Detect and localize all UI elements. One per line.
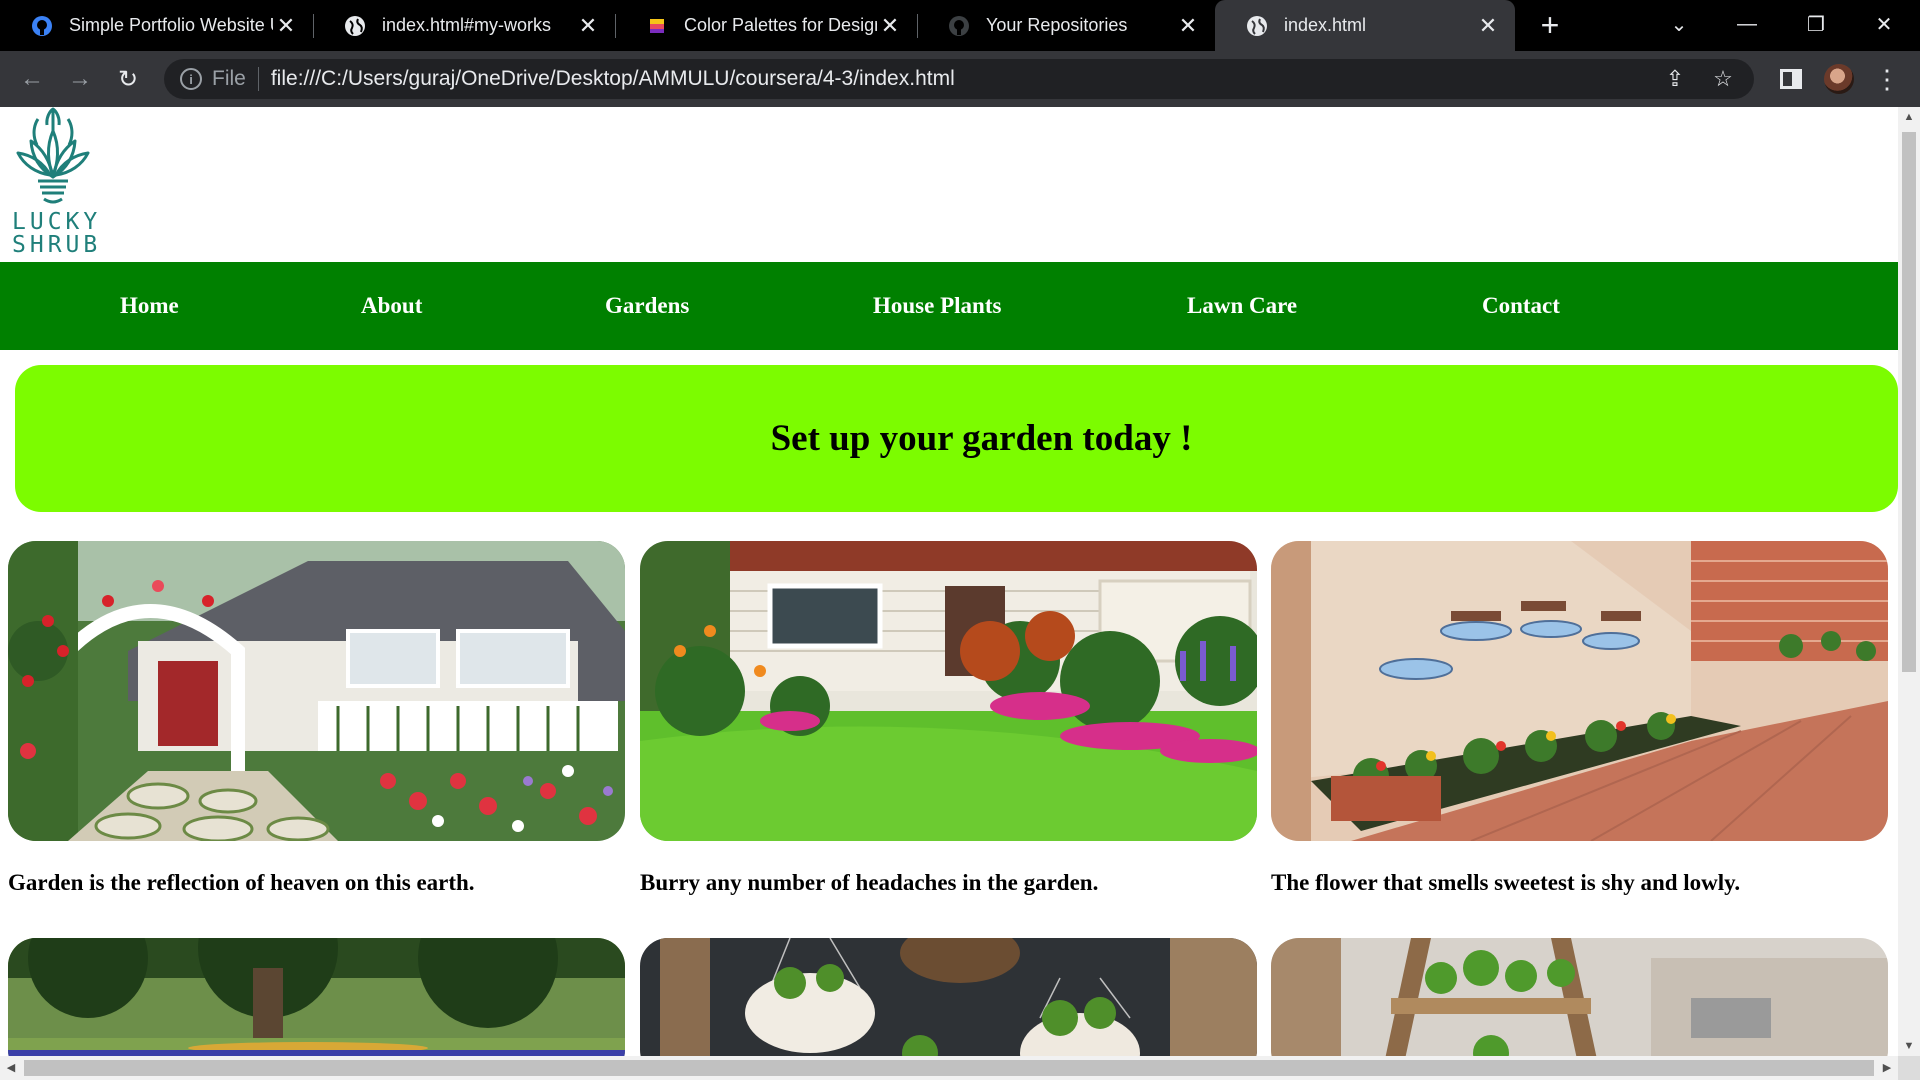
globe-icon [344, 15, 366, 37]
tab-simple-portfolio[interactable]: Simple Portfolio Website U ✕ [0, 0, 313, 51]
tab-title: index.html#my-works [382, 15, 552, 35]
close-icon[interactable]: ✕ [273, 13, 299, 39]
tab-title: Color Palettes for Designers [684, 15, 877, 35]
tab-title: Simple Portfolio Website U [69, 15, 273, 35]
card-caption: The flower that smells sweetest is shy a… [1271, 870, 1741, 895]
forward-icon[interactable]: → [62, 61, 98, 97]
back-icon[interactable]: ← [14, 61, 50, 97]
profile-avatar[interactable] [1824, 64, 1854, 94]
tab-my-works[interactable]: index.html#my-works ✕ [313, 0, 615, 51]
side-panel-icon[interactable] [1776, 64, 1806, 94]
reload-icon[interactable]: ↻ [110, 61, 146, 97]
card-caption: Garden is the reflection of heaven on th… [8, 870, 475, 895]
share-icon[interactable]: ⇪ [1662, 66, 1688, 92]
scroll-right-icon[interactable]: ▶ [1876, 1056, 1898, 1080]
scrollbar-corner [1898, 1056, 1920, 1080]
minimize-icon[interactable]: — [1727, 4, 1767, 44]
vertical-scrollbar[interactable]: ▲ ▼ [1898, 107, 1920, 1056]
nav-about[interactable]: About [361, 262, 422, 350]
garden-image-park [8, 938, 625, 1056]
nav-contact[interactable]: Contact [1482, 262, 1560, 350]
banner-title: Set up your garden today ! [770, 418, 1193, 459]
horizontal-scroll-thumb[interactable] [24, 1060, 1874, 1076]
window-close-icon[interactable]: ✕ [1864, 4, 1904, 44]
tab-title: Your Repositories [986, 15, 1128, 35]
main-navigation: Home About Gardens House Plants Lawn Car… [0, 262, 1898, 350]
garden-image-ladder-stand [1271, 938, 1888, 1056]
card-caption: Burry any number of headaches in the gar… [640, 870, 1099, 895]
address-bar[interactable]: i File file:///C:/Users/guraj/OneDrive/D… [164, 59, 1754, 99]
tab-your-repositories[interactable]: Your Repositories ✕ [917, 0, 1215, 51]
close-icon[interactable]: ✕ [1175, 13, 1201, 39]
scroll-up-icon[interactable]: ▲ [1898, 107, 1920, 127]
tab-search-icon[interactable]: ⌄ [1659, 4, 1699, 44]
hero-banner: Set up your garden today ! [15, 365, 1898, 512]
menu-icon[interactable]: ⋮ [1872, 64, 1902, 94]
close-icon[interactable]: ✕ [1475, 13, 1501, 39]
github-icon [31, 15, 53, 37]
palette-icon [646, 15, 668, 37]
logo-wordmark: LUCKY SHRUB [12, 209, 102, 258]
scroll-left-icon[interactable]: ◀ [0, 1056, 22, 1080]
tab-color-palettes[interactable]: Color Palettes for Designers ✕ [615, 0, 917, 51]
browser-toolbar: ← → ↻ i File file:///C:/Users/guraj/OneD… [0, 51, 1920, 107]
bookmark-star-icon[interactable]: ☆ [1710, 66, 1736, 92]
plant-logo-icon [16, 107, 90, 204]
info-icon[interactable]: i [180, 68, 202, 90]
tab-title: index.html [1284, 15, 1367, 35]
nav-gardens[interactable]: Gardens [605, 262, 689, 350]
nav-home[interactable]: Home [120, 262, 179, 350]
globe-icon [1246, 15, 1268, 37]
address-divider [257, 67, 259, 91]
scroll-down-icon[interactable]: ▼ [1898, 1036, 1920, 1056]
new-tab-button[interactable]: + [1535, 8, 1565, 42]
url-text[interactable]: file:///C:/Users/guraj/OneDrive/Desktop/… [271, 67, 955, 91]
close-icon[interactable]: ✕ [575, 13, 601, 39]
garden-image-terrace [1271, 541, 1888, 841]
url-scheme-label: File [212, 67, 246, 90]
browser-tab-strip: Simple Portfolio Website U ✕ index.html#… [0, 0, 1920, 51]
nav-house-plants[interactable]: House Plants [873, 262, 1001, 350]
garden-image-cottage [8, 541, 625, 841]
lucky-shrub-logo[interactable]: LUCKY SHRUB [10, 107, 102, 259]
nav-lawn-care[interactable]: Lawn Care [1187, 262, 1297, 350]
tab-index-html[interactable]: index.html ✕ [1215, 0, 1515, 51]
horizontal-scrollbar[interactable]: ◀ ▶ [0, 1056, 1898, 1080]
garden-image-hanging-planters [640, 938, 1257, 1056]
logo-line-1: LUCKY [12, 209, 102, 235]
garden-image-lawn [640, 541, 1257, 841]
restore-icon[interactable]: ❐ [1796, 4, 1836, 44]
github-icon [948, 15, 970, 37]
logo-line-2: SHRUB [12, 232, 102, 258]
page-viewport: LUCKY SHRUB Home About Gardens House Pla… [0, 107, 1898, 1056]
vertical-scroll-thumb[interactable] [1902, 132, 1916, 672]
close-icon[interactable]: ✕ [877, 13, 903, 39]
